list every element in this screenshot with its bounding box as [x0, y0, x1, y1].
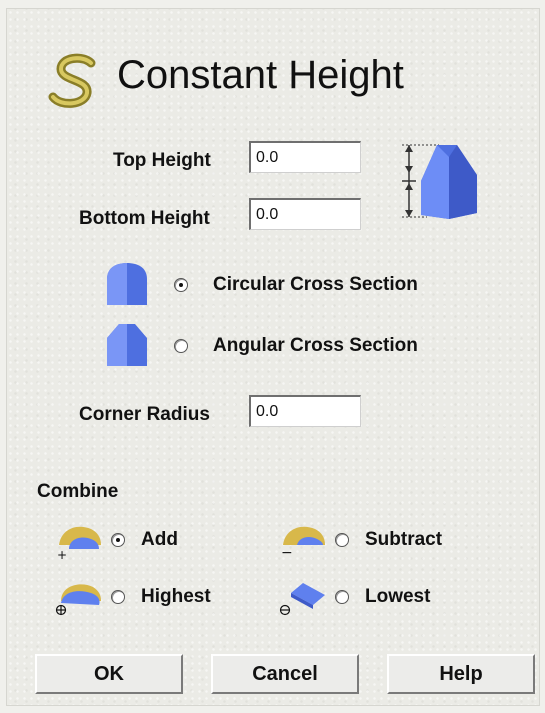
circular-cross-section-radio[interactable] — [174, 278, 188, 292]
highest-combine-icon — [55, 584, 101, 616]
add-combine-icon: + — [57, 526, 101, 559]
angular-cross-section-radio[interactable] — [174, 339, 188, 353]
top-height-label: Top Height — [113, 150, 211, 171]
bottom-height-label: Bottom Height — [79, 208, 210, 229]
svg-text:−: − — [281, 545, 293, 559]
height-diagram-icon — [402, 144, 477, 219]
add-label: Add — [141, 529, 178, 550]
subtract-combine-icon: − — [281, 526, 325, 559]
help-button[interactable]: Help — [387, 654, 535, 694]
bottom-height-field[interactable] — [249, 198, 361, 230]
lowest-combine-icon — [279, 583, 325, 616]
dialog-title: Constant Height — [117, 53, 404, 97]
subtract-label: Subtract — [365, 529, 443, 550]
cancel-button[interactable]: Cancel — [211, 654, 359, 694]
lowest-label: Lowest — [365, 586, 431, 607]
highest-label: Highest — [141, 586, 211, 607]
dialog-panel: Constant Height Top Height Bottom Height… — [6, 8, 540, 706]
combine-label: Combine — [37, 481, 119, 502]
subtract-radio[interactable] — [335, 533, 349, 547]
angular-cross-section-label: Angular Cross Section — [213, 335, 418, 356]
angular-cross-section-icon — [107, 324, 147, 366]
corner-radius-label: Corner Radius — [79, 404, 210, 425]
highest-radio[interactable] — [111, 590, 125, 604]
app-logo-icon — [48, 53, 96, 108]
svg-text:+: + — [57, 548, 67, 559]
circular-cross-section-icon — [107, 263, 147, 305]
top-height-field[interactable] — [249, 141, 361, 173]
circular-cross-section-label: Circular Cross Section — [213, 274, 418, 295]
corner-radius-field[interactable] — [249, 395, 361, 427]
ok-button[interactable]: OK — [35, 654, 183, 694]
add-radio[interactable] — [111, 533, 125, 547]
lowest-radio[interactable] — [335, 590, 349, 604]
